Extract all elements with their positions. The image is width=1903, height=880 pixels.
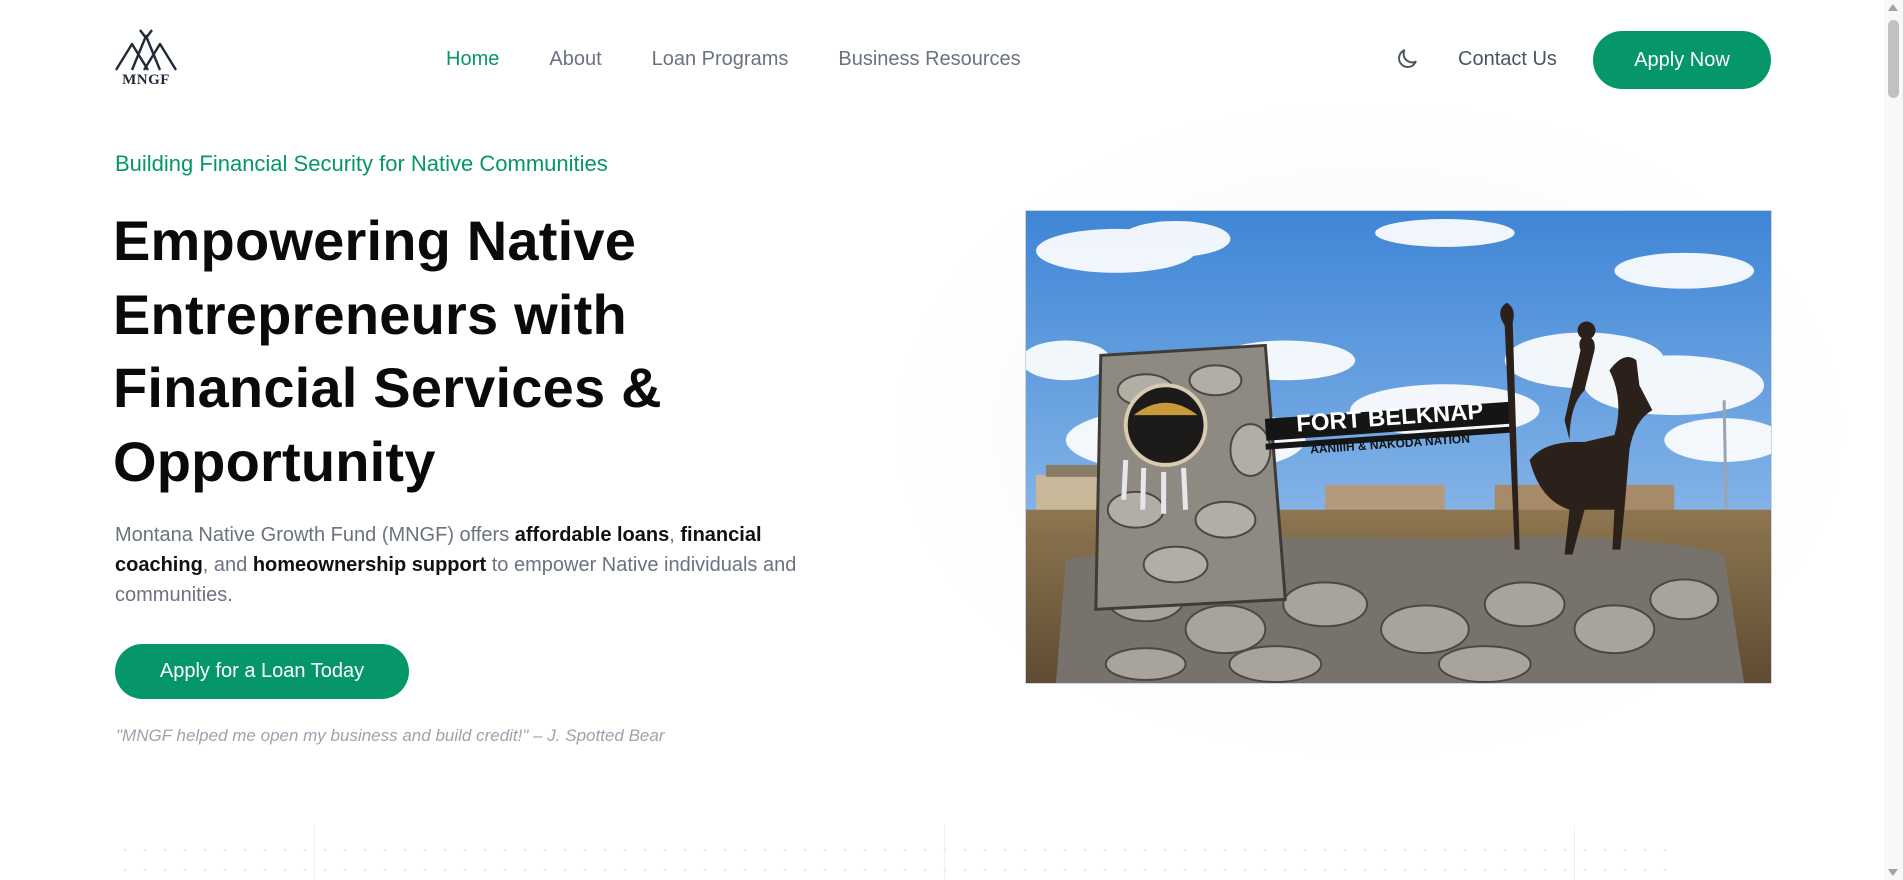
- headline-line: Opportunity: [113, 429, 436, 493]
- headline-line: Empowering Native: [113, 209, 637, 272]
- hero-headline: Empowering Native Entrepreneurs with Fin…: [113, 204, 813, 498]
- tipi-logo-icon: [114, 29, 178, 71]
- theme-toggle-button[interactable]: [1394, 46, 1420, 72]
- lead-emphasis: affordable loans: [514, 524, 670, 546]
- hero-eyebrow: Building Financial Security for Native C…: [115, 151, 608, 176]
- apply-now-button[interactable]: Apply Now: [1593, 31, 1771, 89]
- moon-icon: [1398, 49, 1417, 68]
- lead-text: Montana Native Growth Fund (MNGF) offers: [115, 524, 515, 546]
- headline-line: Financial Services &: [113, 356, 662, 419]
- lead-text: ,: [669, 524, 681, 546]
- scroll-down-arrow-icon[interactable]: [1888, 869, 1898, 876]
- headline-line: Entrepreneurs with: [113, 282, 627, 346]
- hero-description: Montana Native Growth Fund (MNGF) offers…: [115, 520, 850, 610]
- apply-for-loan-button[interactable]: Apply for a Loan Today: [115, 644, 409, 699]
- testimonial-quote: "MNGF helped me open my business and bui…: [116, 726, 665, 745]
- lead-text: , and: [202, 554, 253, 576]
- lead-emphasis: homeownership support: [252, 554, 487, 576]
- scrollbar-thumb[interactable]: [1888, 20, 1899, 98]
- page-scrollbar[interactable]: [1884, 0, 1903, 880]
- nav-about[interactable]: About: [549, 48, 601, 71]
- nav-loan-programs[interactable]: Loan Programs: [652, 48, 789, 71]
- grid-divider: [944, 825, 945, 880]
- fort-belknap-sign-illustration: FORT BELKNAP AANIIIH & NAKODA NATION: [1026, 211, 1771, 683]
- contact-us-link[interactable]: Contact Us: [1458, 48, 1557, 71]
- logo-wordmark: MNGF: [122, 72, 170, 88]
- decorative-dot-grid: [115, 840, 1675, 880]
- mngf-logo[interactable]: MNGF: [114, 28, 178, 90]
- nav-business-resources[interactable]: Business Resources: [838, 48, 1020, 71]
- grid-divider: [314, 825, 315, 880]
- nav-home[interactable]: Home: [446, 48, 499, 71]
- main-nav: Home About Loan Programs Business Resour…: [446, 48, 1071, 71]
- fort-belknap-sign-photo: FORT BELKNAP AANIIIH & NAKODA NATION: [1025, 210, 1772, 684]
- grid-divider: [1574, 825, 1575, 880]
- scroll-up-arrow-icon[interactable]: [1888, 4, 1898, 11]
